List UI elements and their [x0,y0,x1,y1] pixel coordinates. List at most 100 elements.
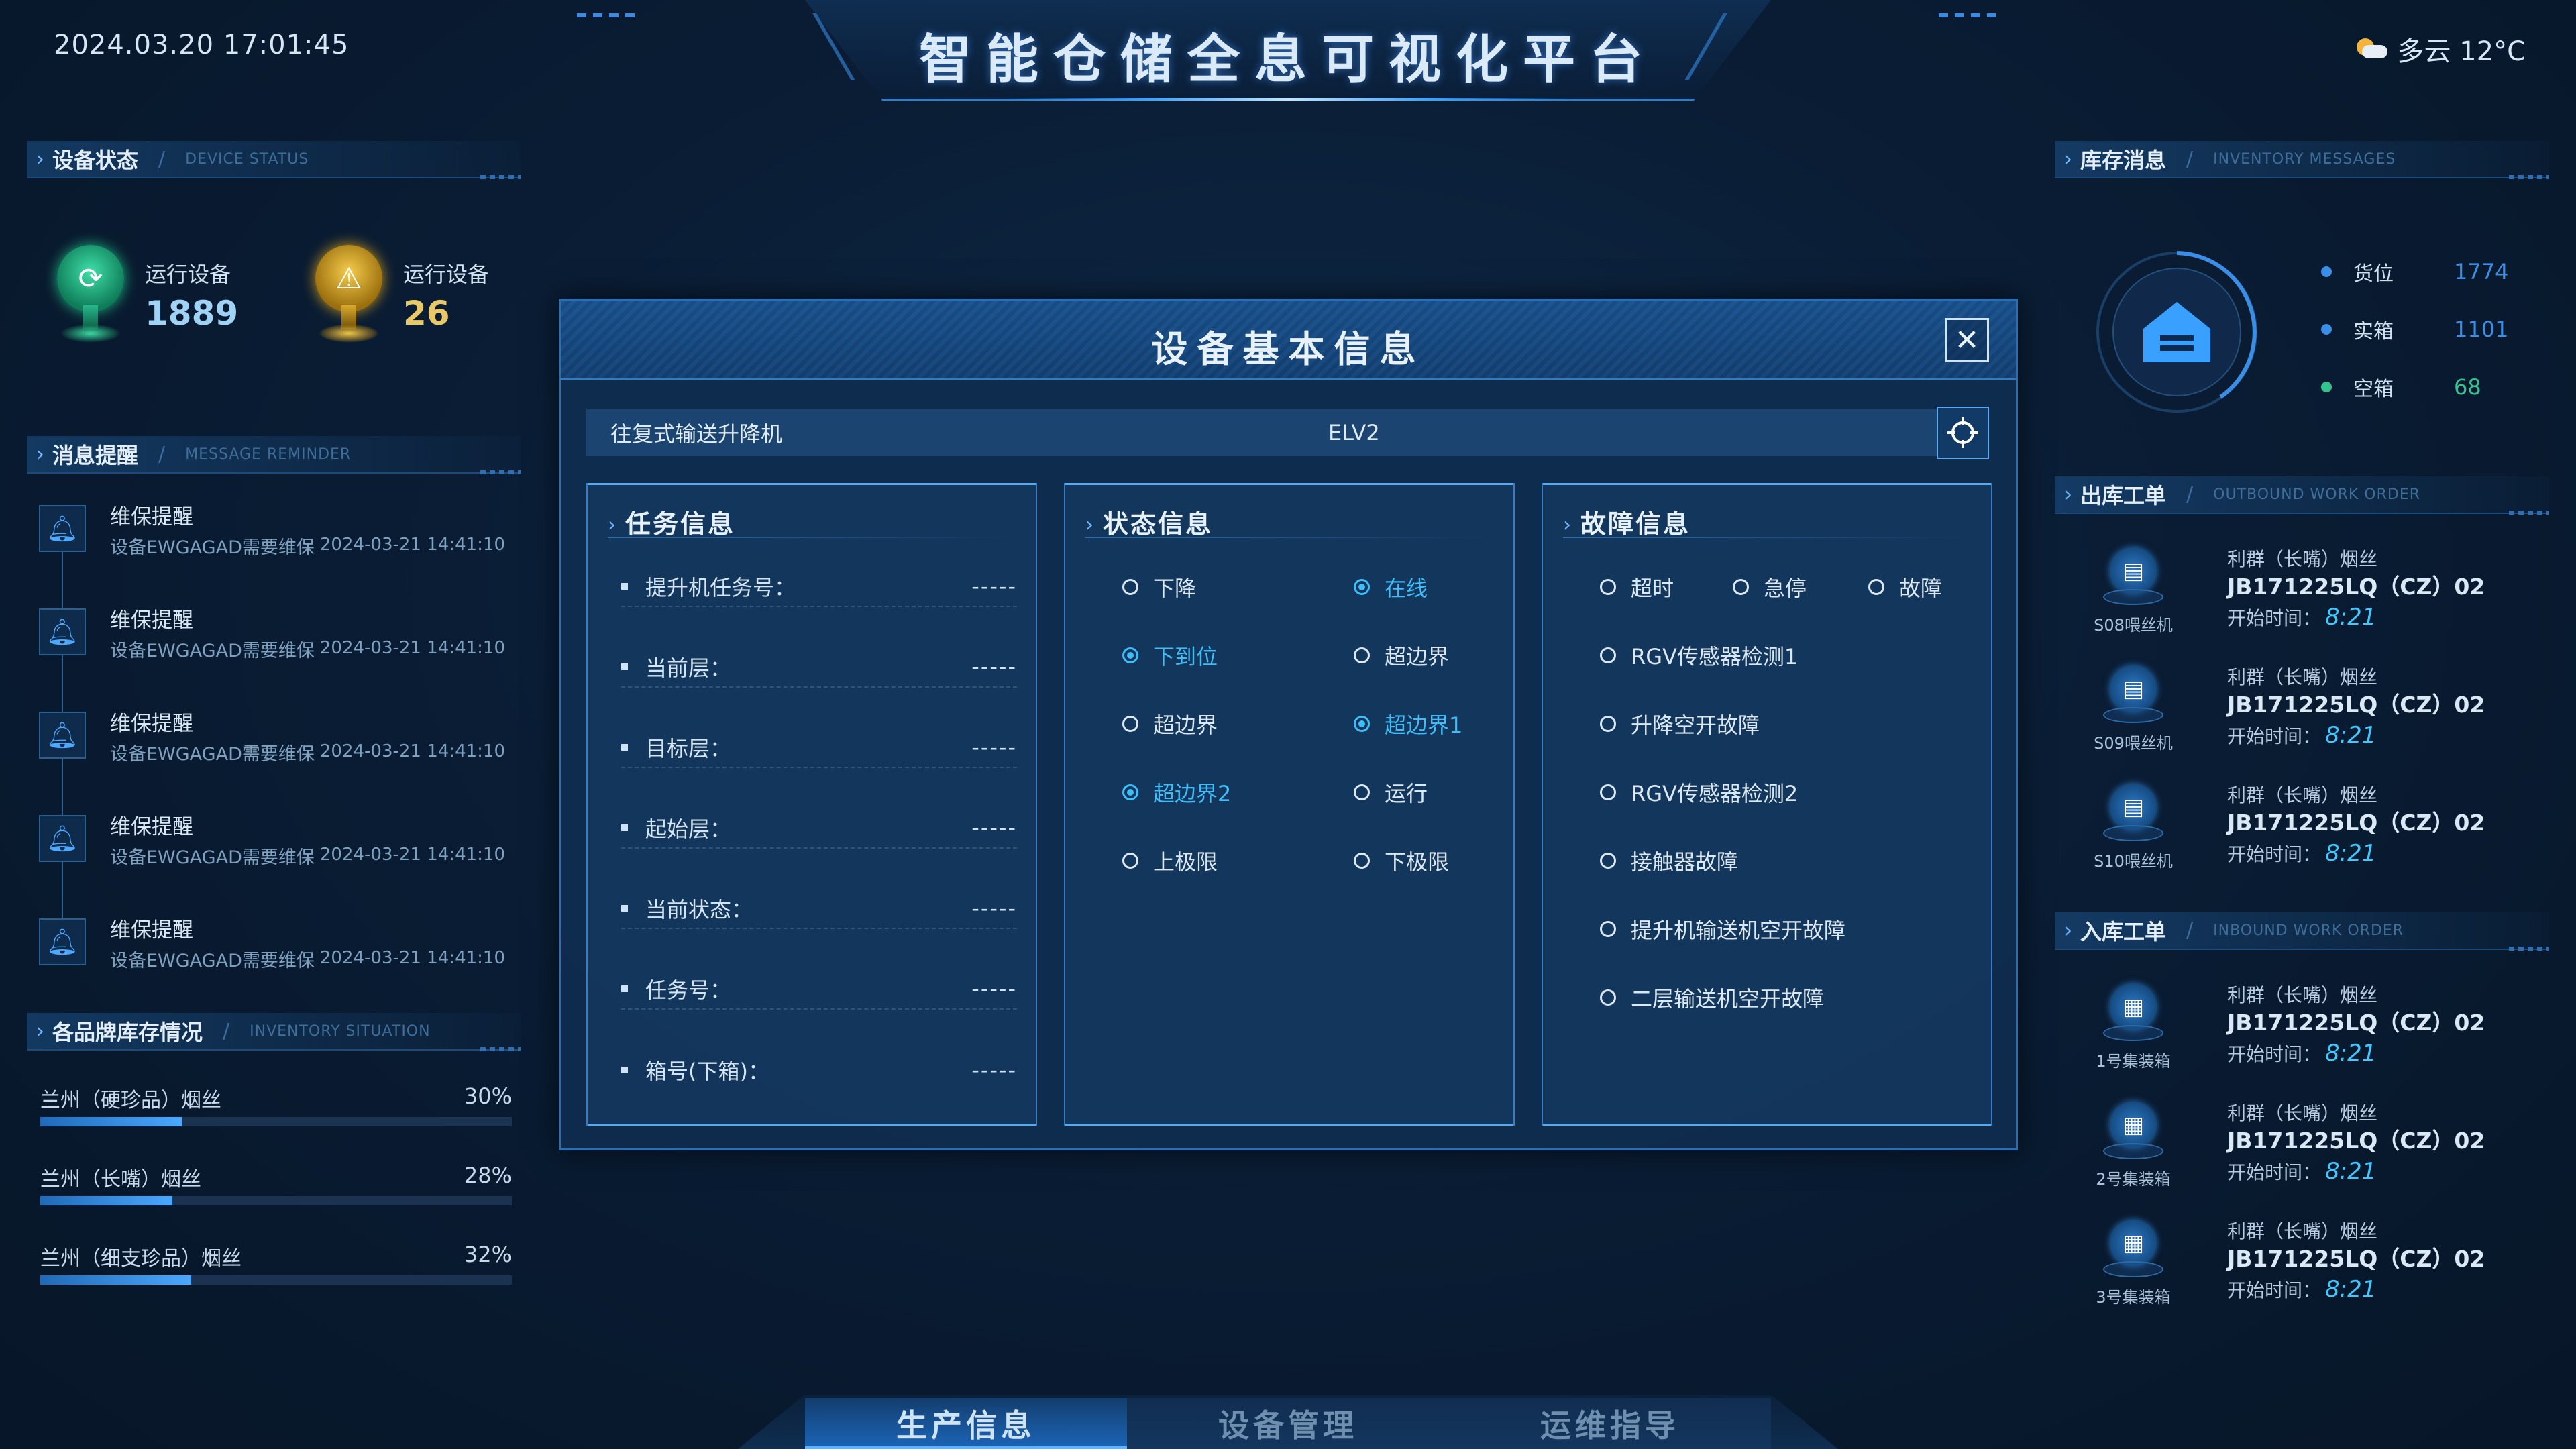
running-device-icon: ⟳ [54,245,127,345]
list-item[interactable]: ▤ S08喂丝机 利群（长嘴）烟丝 JB171225LQ（CZ）02 开始时间：… [2070,545,2539,663]
list-item[interactable]: ▦ 3号集装箱 利群（长嘴）烟丝 JB171225LQ（CZ）02 开始时间： 8… [2070,1217,2539,1335]
progress-bar [40,1196,512,1205]
list-item[interactable]: ▦ 1号集装箱 利群（长嘴）烟丝 JB171225LQ（CZ）02 开始时间： 8… [2070,981,2539,1099]
work-order-machine: 1号集装箱 [2096,1052,2171,1071]
list-item[interactable]: 🔔︎ 维保提醒 设备EWGAGAD需要维保 2024-03-21 14:41:1… [39,706,505,815]
fault-radio[interactable]: 超时 [1600,572,1674,602]
device-id-field[interactable]: ELV2 [1304,409,1938,456]
message-subtitle: 设备EWGAGAD需要维保 [110,641,315,661]
fault-radio[interactable]: 接触器故障 [1600,845,1738,876]
fault-radio[interactable]: RGV传感器检测1 [1600,640,1798,671]
radio-label: RGV传感器检测2 [1631,781,1799,806]
list-item[interactable]: ▤ S09喂丝机 利群（长嘴）烟丝 JB171225LQ（CZ）02 开始时间：… [2070,663,2539,781]
status-radio[interactable]: 下到位 [1122,640,1218,671]
brand-row: 兰州（硬珍品）烟丝 30% [40,1083,512,1163]
list-item[interactable]: 🔔︎ 维保提醒 设备EWGAGAD需要维保 2024-03-21 14:41:1… [39,500,505,608]
messages-title-en: MESSAGE REMINDER [185,445,352,463]
bell-icon: 🔔︎ [39,608,86,655]
list-item[interactable]: 🔔︎ 维保提醒 设备EWGAGAD需要维保 2024-03-21 14:41:1… [39,913,505,1016]
task-label: 提升机任务号： [645,575,796,600]
status-radio[interactable]: 下降 [1122,572,1196,602]
list-item[interactable]: 🔔︎ 维保提醒 设备EWGAGAD需要维保 2024-03-21 14:41:1… [39,603,505,712]
radio-label: RGV传感器检测1 [1631,644,1799,669]
chevron-right-icon: › [608,513,616,537]
crosshair-icon [1947,417,1978,448]
container-icon: ▦ [2103,1220,2163,1280]
close-button[interactable]: ✕ [1945,318,1989,362]
inventory-stats: 货位 1774 实箱 1101 空箱 68 [2321,243,2508,416]
work-order-machine: 3号集装箱 [2096,1288,2171,1307]
radio-label: 超边界 [1385,644,1450,669]
panel-title: 任务信息 [625,509,736,539]
message-subtitle: 设备EWGAGAD需要维保 [110,951,315,971]
tab-production-info[interactable]: 生产信息 [805,1398,1127,1449]
tab-maintenance-guide[interactable]: 运维指导 [1449,1398,1771,1449]
radio-label: 下极限 [1385,849,1450,875]
status-radio[interactable]: 下极限 [1354,845,1449,876]
feeder-machine-icon: ▤ [2103,547,2163,608]
work-order-brand: 利群（长嘴）烟丝 [2227,548,2378,570]
bell-icon: 🔔︎ [39,815,86,862]
radio-icon [1122,579,1138,595]
locate-button[interactable] [1937,407,1989,459]
radio-label: 超时 [1631,576,1674,601]
work-order-time: 8:21 [2325,840,2377,867]
container-icon: ▦ [2103,983,2163,1044]
status-radio[interactable]: 上极限 [1122,845,1218,876]
device-status-warning: ⚠ 运行设备 26 [312,245,489,345]
device-info-modal: 设备基本信息 ✕ 往复式输送升降机 ELV2 › 任务信息 提升机任务号： ----… [559,299,2018,1150]
fault-radio[interactable]: 故障 [1868,572,1942,602]
radio-icon [1122,647,1138,663]
task-value: ----- [971,815,1017,841]
inbound-title: 入库工单 [2080,919,2167,945]
work-order-machine: 2号集装箱 [2096,1170,2171,1189]
device-status-value: 26 [403,294,450,333]
inbound-list: ▦ 1号集装箱 利群（长嘴）烟丝 JB171225LQ（CZ）02 开始时间： 8… [2070,981,2539,1335]
work-order-time-label: 开始时间： [2227,1043,2322,1065]
brand-inventory-title: 各品牌库存情况 [52,1020,203,1045]
fault-radio[interactable]: 急停 [1733,572,1807,602]
message-time: 2024-03-21 14:41:10 [319,948,505,968]
message-time: 2024-03-21 14:41:10 [319,741,505,761]
fault-radio[interactable]: 升降空开故障 [1600,708,1760,739]
status-radio[interactable]: 在线 [1354,572,1428,602]
fault-radio[interactable]: RGV传感器检测2 [1600,777,1798,808]
status-radio[interactable]: 超边界1 [1354,708,1462,739]
inventory-messages-header: › 库存消息 / INVENTORY MESSAGES [2055,141,2549,179]
brand-name: 兰州（长嘴）烟丝 [40,1168,201,1191]
task-label: 目标层： [645,736,732,761]
close-icon: ✕ [1954,323,1980,358]
header-dash-decoration-left [577,13,637,17]
work-order-machine: S09喂丝机 [2094,734,2173,753]
weather-text: 多云 12°C [2397,36,2526,67]
status-radio[interactable]: 超边界 [1354,640,1449,671]
status-radio[interactable]: 运行 [1354,777,1428,808]
list-item[interactable]: ▤ S10喂丝机 利群（长嘴）烟丝 JB171225LQ（CZ）02 开始时间：… [2070,781,2539,899]
status-radio[interactable]: 超边界2 [1122,777,1231,808]
work-order-time: 8:21 [2325,1158,2377,1185]
task-label: 箱号(下箱)： [645,1059,769,1084]
message-subtitle: 设备EWGAGAD需要维保 [110,847,315,868]
message-subtitle: 设备EWGAGAD需要维保 [110,537,315,558]
radio-icon [1600,647,1616,663]
radio-label: 二层输送机空开故障 [1631,986,1825,1012]
fault-radio[interactable]: 提升机输送机空开故障 [1600,914,1845,945]
work-order-time-label: 开始时间： [2227,1279,2322,1301]
radio-label: 下降 [1153,576,1197,601]
radio-label: 急停 [1764,576,1807,601]
work-order-code: JB171225LQ（CZ）02 [2227,1246,2485,1272]
radio-icon [1354,579,1370,595]
weather-widget: 多云 12°C [2357,30,2526,68]
warehouse-icon [2093,248,2261,416]
radio-label: 提升机输送机空开故障 [1631,918,1846,943]
device-type-field[interactable]: 往复式输送升降机 [586,409,1307,456]
stat-value: 1101 [2454,317,2509,342]
status-radio[interactable]: 超边界 [1122,708,1218,739]
task-info-panel: › 任务信息 提升机任务号： ----- 当前层： ----- 目标层： ----- 起… [586,483,1037,1126]
datetime: 2024.03.20 17:01:45 [54,30,350,60]
list-item[interactable]: 🔔︎ 维保提醒 设备EWGAGAD需要维保 2024-03-21 14:41:1… [39,810,505,918]
work-order-time-label: 开始时间： [2227,1161,2322,1183]
list-item[interactable]: ▦ 2号集装箱 利群（长嘴）烟丝 JB171225LQ（CZ）02 开始时间： 8… [2070,1099,2539,1217]
tab-device-management[interactable]: 设备管理 [1127,1398,1449,1449]
fault-radio[interactable]: 二层输送机空开故障 [1600,982,1824,1013]
